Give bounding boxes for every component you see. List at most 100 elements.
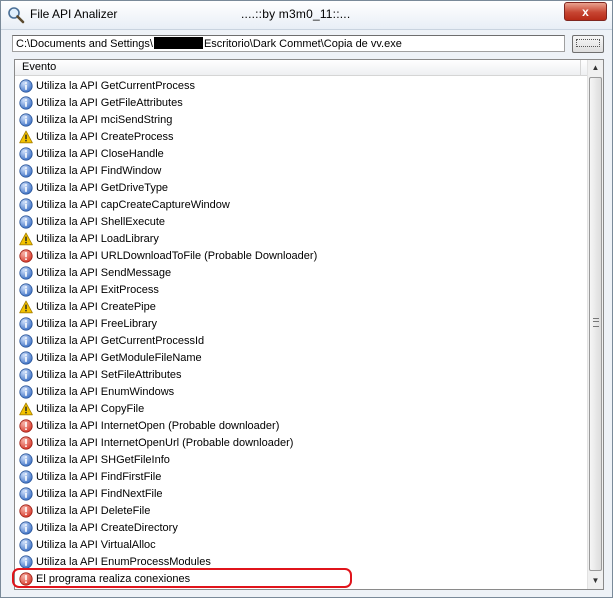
list-item-label: Utiliza la API VirtualAlloc [36, 539, 156, 551]
info-icon [19, 181, 33, 195]
error-icon [19, 249, 33, 263]
list-item[interactable]: Utiliza la API EnumProcessModules [15, 554, 587, 571]
event-rows: Utiliza la API GetCurrentProcess Utiliza … [15, 78, 587, 588]
file-path-field[interactable]: C:\Documents and Settings\ Escritorio\Dar… [12, 35, 565, 52]
list-item[interactable]: Utiliza la API GetCurrentProcess [15, 78, 587, 95]
column-header-evento[interactable]: Evento [15, 60, 588, 76]
info-icon [19, 147, 33, 161]
list-item[interactable]: Utiliza la API GetFileAttributes [15, 95, 587, 112]
info-icon [19, 334, 33, 348]
column-header-label: Evento [22, 61, 57, 73]
list-item-label: Utiliza la API EnumProcessModules [36, 556, 211, 568]
list-item-label: Utiliza la API GetCurrentProcess [36, 80, 195, 92]
list-item[interactable]: Utiliza la API VirtualAlloc [15, 537, 587, 554]
list-item[interactable]: Utiliza la API CreateDirectory [15, 520, 587, 537]
list-item-label: Utiliza la API GetDriveType [36, 182, 169, 194]
list-item-label: Utiliza la API GetModuleFileName [36, 352, 202, 364]
warning-icon [19, 130, 33, 144]
file-path-row: C:\Documents and Settings\ Escritorio\Dar… [1, 29, 612, 59]
close-button[interactable]: x [564, 2, 607, 21]
error-icon [19, 436, 33, 450]
list-item-label: Utiliza la API SHGetFileInfo [36, 454, 170, 466]
info-icon [19, 317, 33, 331]
info-icon [19, 164, 33, 178]
list-item[interactable]: Utiliza la API GetDriveType [15, 180, 587, 197]
list-item-label: Utiliza la API CopyFile [36, 403, 145, 415]
list-item-label: Utiliza la API FindWindow [36, 165, 162, 177]
list-item[interactable]: Utiliza la API LoadLibrary [15, 231, 587, 248]
error-icon [19, 419, 33, 433]
info-icon [19, 555, 33, 569]
list-item-label: El programa realiza conexiones [36, 573, 191, 585]
scroll-up-arrow-icon[interactable]: ▲ [588, 60, 603, 76]
list-item[interactable]: Utiliza la API CopyFile [15, 401, 587, 418]
info-icon [19, 368, 33, 382]
window-title: File API Analizer [30, 7, 118, 21]
list-item-label: Utiliza la API CreateProcess [36, 131, 174, 143]
info-icon [19, 521, 33, 535]
file-path-start: C:\Documents and Settings\ [16, 38, 153, 50]
list-item[interactable]: Utiliza la API InternetOpen (Probable do… [15, 418, 587, 435]
list-item[interactable]: Utiliza la API FindNextFile [15, 486, 587, 503]
list-item-label: Utiliza la API URLDownloadToFile (Probab… [36, 250, 318, 262]
event-list[interactable]: Evento Utiliza la API GetCurrentProcess U… [14, 59, 604, 590]
list-item[interactable]: Utiliza la API FreeLibrary [15, 316, 587, 333]
error-icon [19, 572, 33, 586]
column-divider[interactable] [580, 60, 581, 75]
scroll-down-arrow-icon[interactable]: ▼ [588, 573, 603, 589]
list-item-label: Utiliza la API GetCurrentProcessId [36, 335, 205, 347]
list-item[interactable]: Utiliza la API URLDownloadToFile (Probab… [15, 248, 587, 265]
list-item-label: Utiliza la API ShellExecute [36, 216, 166, 228]
list-item[interactable]: Utiliza la API DeleteFile [15, 503, 587, 520]
list-item-label: Utiliza la API CreateDirectory [36, 522, 178, 534]
scrollbar-thumb[interactable] [589, 77, 602, 571]
info-icon [19, 198, 33, 212]
info-icon [19, 96, 33, 110]
list-item[interactable]: Utiliza la API ExitProcess [15, 282, 587, 299]
list-item[interactable]: Utiliza la API SHGetFileInfo [15, 452, 587, 469]
file-path-end: Escritorio\Dark Commet\Copia de vv.exe [203, 38, 402, 50]
list-item[interactable]: Utiliza la API SetFileAttributes [15, 367, 587, 384]
warning-icon [19, 300, 33, 314]
list-item-label: Utiliza la API EnumWindows [36, 386, 175, 398]
list-item[interactable]: Utiliza la API mciSendString [15, 112, 587, 129]
list-item[interactable]: El programa realiza conexiones [15, 571, 587, 588]
info-icon [19, 215, 33, 229]
list-item-label: Utiliza la API InternetOpen (Probable do… [36, 420, 280, 432]
list-item[interactable]: Utiliza la API CloseHandle [15, 146, 587, 163]
list-item[interactable]: Utiliza la API GetCurrentProcessId [15, 333, 587, 350]
list-item-label: Utiliza la API InternetOpenUrl (Probable… [36, 437, 294, 449]
list-item[interactable]: Utiliza la API FindFirstFile [15, 469, 587, 486]
app-window: File API Analizer ....::by m3m0_11::... … [0, 0, 613, 598]
browse-button[interactable] [572, 35, 604, 53]
warning-icon [19, 402, 33, 416]
info-icon [19, 487, 33, 501]
list-item[interactable]: Utiliza la API FindWindow [15, 163, 587, 180]
list-item[interactable]: Utiliza la API ShellExecute [15, 214, 587, 231]
focus-outline-icon [576, 39, 600, 47]
info-icon [19, 283, 33, 297]
error-icon [19, 504, 33, 518]
list-item[interactable]: Utiliza la API EnumWindows [15, 384, 587, 401]
warning-icon [19, 232, 33, 246]
list-item-label: Utiliza la API mciSendString [36, 114, 173, 126]
info-icon [19, 79, 33, 93]
list-item[interactable]: Utiliza la API InternetOpenUrl (Probable… [15, 435, 587, 452]
list-item-label: Utiliza la API LoadLibrary [36, 233, 159, 245]
list-item[interactable]: Utiliza la API GetModuleFileName [15, 350, 587, 367]
list-item[interactable]: Utiliza la API capCreateCaptureWindow [15, 197, 587, 214]
list-item-label: Utiliza la API CreatePipe [36, 301, 156, 313]
list-item-label: Utiliza la API SetFileAttributes [36, 369, 182, 381]
list-item[interactable]: Utiliza la API CreateProcess [15, 129, 587, 146]
list-item[interactable]: Utiliza la API SendMessage [15, 265, 587, 282]
vertical-scrollbar[interactable]: ▲ ▼ [587, 60, 603, 589]
info-icon [19, 470, 33, 484]
title-bar[interactable]: File API Analizer ....::by m3m0_11::... … [1, 1, 612, 30]
list-item-label: Utiliza la API capCreateCaptureWindow [36, 199, 230, 211]
grip-icon [593, 318, 599, 327]
info-icon [19, 113, 33, 127]
window-subtitle: ....::by m3m0_11::... [241, 7, 351, 21]
list-item-label: Utiliza la API FreeLibrary [36, 318, 158, 330]
close-icon: x [582, 5, 589, 19]
list-item[interactable]: Utiliza la API CreatePipe [15, 299, 587, 316]
